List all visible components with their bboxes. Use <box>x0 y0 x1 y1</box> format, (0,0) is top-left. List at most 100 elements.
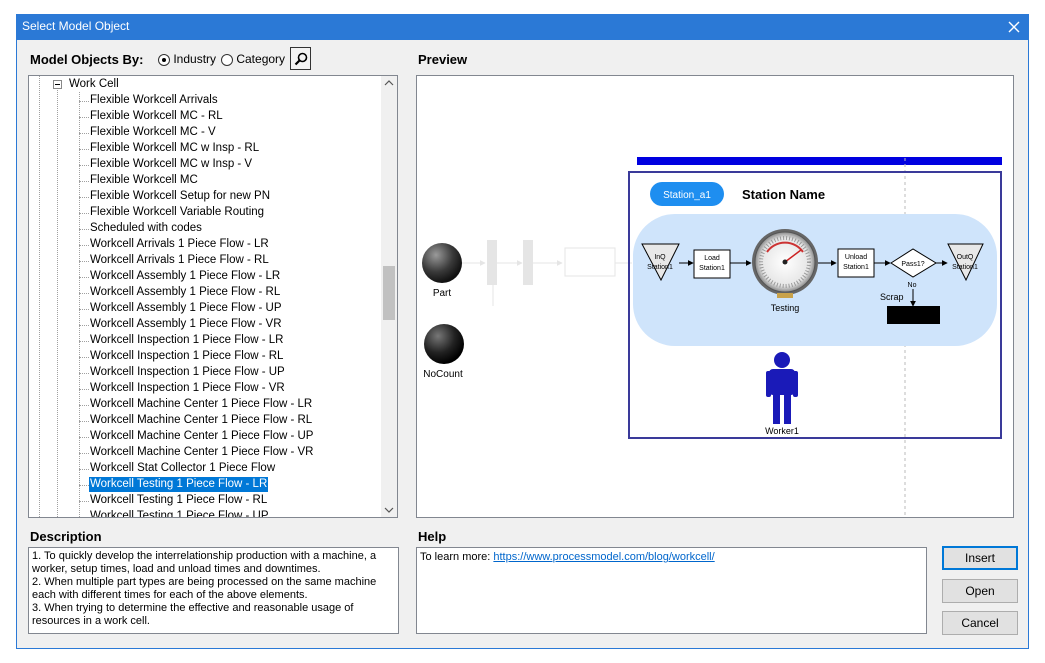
tree-connector <box>79 293 89 294</box>
tree-item[interactable]: Workcell Arrivals 1 Piece Flow - RL <box>89 253 270 268</box>
model-tree[interactable]: Work Cell Flexible Workcell Arrivals Flex… <box>28 75 398 518</box>
load-sublabel: Station1 <box>699 265 725 272</box>
tree-item[interactable]: Flexible Workcell Arrivals <box>89 93 219 108</box>
tree-item[interactable]: Workcell Stat Collector 1 Piece Flow <box>89 461 276 476</box>
tree-connector <box>79 245 89 246</box>
description-box: 1. To quickly develop the interrelations… <box>28 547 399 634</box>
tree-item[interactable]: Workcell Testing 1 Piece Flow - UP <box>89 509 270 517</box>
radio-industry[interactable]: Industry <box>158 52 216 66</box>
station-badge-label: Station_a1 <box>663 190 711 201</box>
tree-item[interactable]: Workcell Assembly 1 Piece Flow - UP <box>89 301 283 316</box>
window-title: Select Model Object <box>22 19 130 33</box>
tree-guide-line <box>39 76 40 517</box>
description-line-1: 1. To quickly develop the interrelations… <box>32 550 377 575</box>
tree-item[interactable]: Flexible Workcell MC <box>89 173 199 188</box>
tree-connector <box>79 453 89 454</box>
scroll-up-icon[interactable] <box>384 79 394 87</box>
tree-item[interactable]: Workcell Arrivals 1 Piece Flow - LR <box>89 237 270 252</box>
search-button[interactable] <box>290 47 311 70</box>
description-line-2: 2. When multiple part types are being pr… <box>32 576 377 601</box>
tree-connector <box>79 213 89 214</box>
search-icon <box>294 52 307 65</box>
scroll-down-icon[interactable] <box>384 506 394 514</box>
tree-item[interactable]: Workcell Machine Center 1 Piece Flow - U… <box>89 429 314 444</box>
radio-category[interactable]: Category <box>221 52 285 66</box>
help-link[interactable]: https://www.processmodel.com/blog/workce… <box>493 551 714 563</box>
insert-button[interactable]: Insert <box>942 546 1018 570</box>
tree-item[interactable]: Workcell Inspection 1 Piece Flow - LR <box>89 333 284 348</box>
tree-item[interactable]: Workcell Inspection 1 Piece Flow - UP <box>89 365 286 380</box>
inq-label: InQ <box>654 254 666 261</box>
preview-diagram: Part NoCount Station_a1 Station Name InQ… <box>422 157 1002 517</box>
tree-item[interactable]: Workcell Assembly 1 Piece Flow - RL <box>89 285 281 300</box>
model-objects-by-label: Model Objects By: <box>30 52 144 67</box>
close-icon <box>1008 21 1020 33</box>
tree-item[interactable]: Workcell Machine Center 1 Piece Flow - V… <box>89 445 314 460</box>
tree-connector <box>79 517 89 518</box>
nocount-object: NoCount <box>423 324 464 380</box>
tree-connector <box>79 101 89 102</box>
tree-connector <box>79 421 89 422</box>
outq-label: OutQ <box>957 254 974 261</box>
close-button[interactable] <box>999 14 1029 40</box>
inq-sublabel: Station1 <box>647 264 673 271</box>
tree-connector <box>79 469 89 470</box>
scrap-block <box>887 306 940 324</box>
tree-item[interactable]: Workcell Machine Center 1 Piece Flow - L… <box>89 397 313 412</box>
tree-connector <box>79 309 89 310</box>
open-button[interactable]: Open <box>942 579 1018 603</box>
unload-label: Unload <box>845 254 867 261</box>
tree-item[interactable]: Scheduled with codes <box>89 221 203 236</box>
tree-connector <box>79 501 89 502</box>
tree-connector <box>79 181 89 182</box>
tree-item[interactable]: Workcell Testing 1 Piece Flow - LR <box>89 477 269 492</box>
tree-connector <box>79 117 89 118</box>
part-label: Part <box>433 288 452 299</box>
tree-connector <box>79 357 89 358</box>
tree-item[interactable]: Flexible Workcell Setup for new PN <box>89 189 271 204</box>
station-area <box>633 214 997 346</box>
tree-item[interactable]: Workcell Assembly 1 Piece Flow - VR <box>89 317 283 332</box>
tree-connector <box>79 277 89 278</box>
tree-item[interactable]: Flexible Workcell MC w Insp - V <box>89 157 253 172</box>
collapse-icon[interactable] <box>53 80 62 89</box>
tree-item[interactable]: Flexible Workcell MC - RL <box>89 109 224 124</box>
worker-label: Worker1 <box>765 426 799 436</box>
load-node: Load Station1 <box>693 249 731 279</box>
title-bar[interactable]: Select Model Object <box>16 14 1029 40</box>
tree-node-work-cell[interactable]: Work Cell <box>69 77 119 92</box>
tree-connector <box>79 149 89 150</box>
description-label: Description <box>30 529 102 544</box>
faded-flow <box>462 240 632 306</box>
outq-sublabel: Station1 <box>952 264 978 271</box>
tree-item[interactable]: Flexible Workcell MC w Insp - RL <box>89 141 260 156</box>
tree-item[interactable]: Flexible Workcell MC - V <box>89 125 217 140</box>
tree-item[interactable]: Workcell Machine Center 1 Piece Flow - R… <box>89 413 313 428</box>
help-prefix: To learn more: <box>420 551 494 563</box>
tree-item[interactable]: Workcell Inspection 1 Piece Flow - RL <box>89 349 284 364</box>
part-object: Part <box>422 243 462 299</box>
tree-guide-line <box>79 92 80 517</box>
radio-category-label: Category <box>236 52 286 66</box>
tree-connector <box>79 389 89 390</box>
radio-industry-circle[interactable] <box>158 53 170 66</box>
testing-label: Testing <box>771 303 800 313</box>
tree-connector <box>79 197 89 198</box>
tree-item[interactable]: Workcell Testing 1 Piece Flow - RL <box>89 493 268 508</box>
tree-item[interactable]: Workcell Assembly 1 Piece Flow - LR <box>89 269 281 284</box>
cancel-button[interactable]: Cancel <box>942 611 1018 635</box>
preview-label: Preview <box>418 52 468 67</box>
help-label: Help <box>418 529 447 544</box>
radio-category-circle[interactable] <box>221 53 233 66</box>
tree-connector <box>79 373 89 374</box>
tree-scrollbar[interactable] <box>381 76 397 517</box>
tree-item[interactable]: Workcell Inspection 1 Piece Flow - VR <box>89 381 286 396</box>
no-label: No <box>908 282 917 289</box>
tree-guide-line <box>57 88 58 517</box>
tree-item[interactable]: Flexible Workcell Variable Routing <box>89 205 265 220</box>
tree-connector <box>79 341 89 342</box>
station-name: Station Name <box>742 187 825 202</box>
worker-icon <box>766 352 798 424</box>
unload-sublabel: Station1 <box>843 264 869 271</box>
scroll-thumb[interactable] <box>383 266 395 320</box>
